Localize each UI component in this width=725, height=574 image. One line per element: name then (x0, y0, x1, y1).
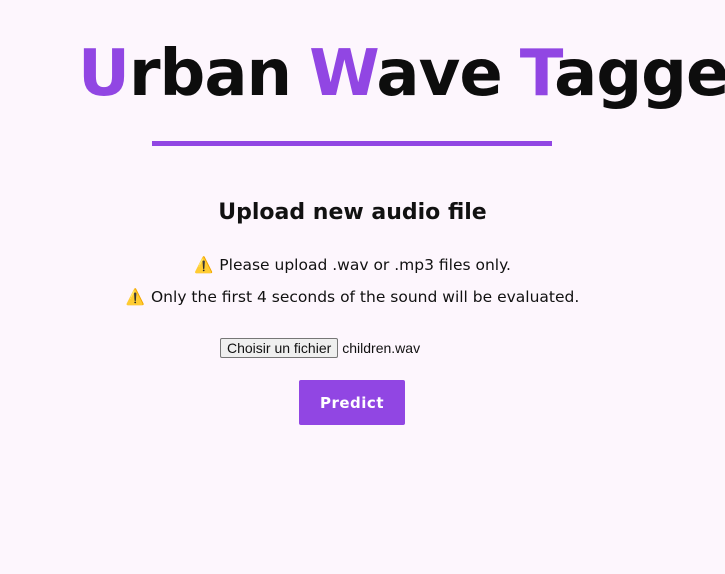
selected-file-name: children.wav (342, 340, 421, 356)
title-rest-wave: ave (376, 37, 502, 111)
upload-heading: Upload new audio file (218, 200, 487, 225)
duration-warning: ⚠️ Only the first 4 seconds of the sound … (0, 286, 705, 308)
app-title: UrbanWaveTagger (78, 28, 725, 120)
title-word-wave: Wave (309, 28, 503, 120)
format-warning-text: Please upload .wav or .mp3 files only. (219, 256, 511, 274)
file-input: Choisir un fichier children.wav (220, 337, 420, 359)
title-initial-t: T (519, 37, 555, 111)
title-rest-urban: rban (128, 37, 292, 111)
title-divider (152, 141, 552, 146)
title-rest-tagger: agger (554, 37, 725, 111)
title-word-urban: Urban (78, 28, 292, 120)
warning-icon: ⚠️ (193, 256, 214, 274)
title-word-tagger: Tagger (520, 28, 725, 120)
format-warning: ⚠️ Please upload .wav or .mp3 files only. (0, 254, 705, 276)
duration-warning-text: Only the first 4 seconds of the sound wi… (150, 288, 580, 306)
predict-button[interactable]: Predict (299, 380, 405, 425)
title-initial-u: U (78, 37, 130, 111)
warning-icon: ⚠️ (125, 288, 145, 306)
choose-file-button[interactable]: Choisir un fichier (220, 338, 339, 358)
title-initial-w: W (309, 37, 377, 111)
